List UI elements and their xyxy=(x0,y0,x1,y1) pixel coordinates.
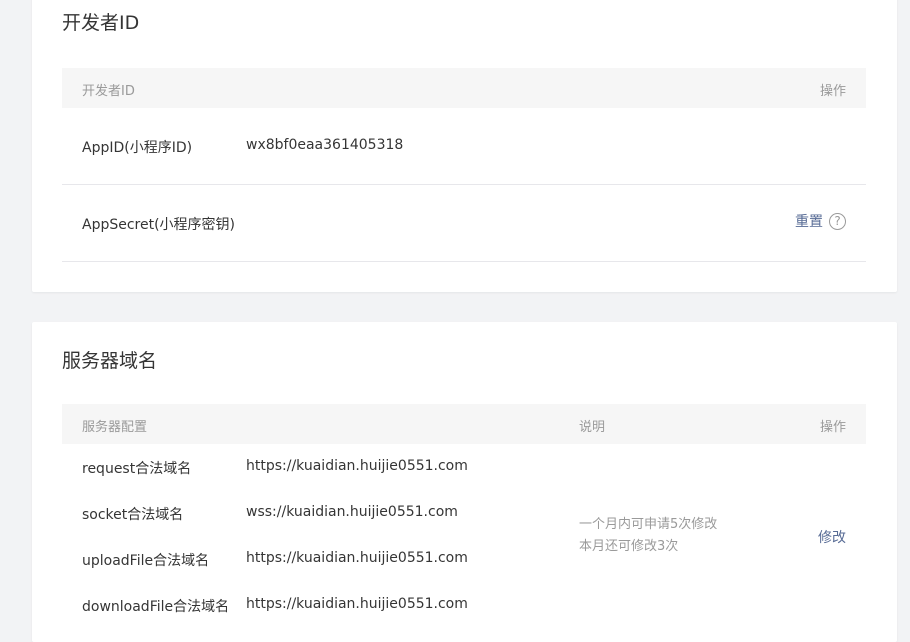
server-domain-table-header: 服务器配置 说明 操作 xyxy=(62,404,866,444)
server-domain-title: 服务器域名 xyxy=(62,350,158,372)
reset-secret-link[interactable]: 重置 xyxy=(795,211,823,231)
domain-row-downloadfile: downloadFile合法域名 https://kuaidian.huijie… xyxy=(62,582,582,628)
appsecret-action: 重置 ? xyxy=(795,211,846,231)
modification-note: 一个月内可申请5次修改 本月还可修改3次 xyxy=(579,514,717,558)
header-action: 操作 xyxy=(819,420,846,435)
note-line-2: 本月还可修改3次 xyxy=(579,539,679,554)
domain-value: https://kuaidian.huijie0551.com xyxy=(246,458,468,474)
header-server-config: 服务器配置 xyxy=(82,420,148,435)
domain-row-request: request合法域名 https://kuaidian.huijie0551.… xyxy=(62,444,582,490)
domain-value: https://kuaidian.huijie0551.com xyxy=(246,550,468,566)
domain-label: socket合法域名 xyxy=(82,507,184,523)
domain-label: request合法域名 xyxy=(82,461,192,477)
domain-label: uploadFile合法域名 xyxy=(82,553,210,569)
developer-id-table-header: 开发者ID 操作 xyxy=(62,68,866,108)
appsecret-row: AppSecret(小程序密钥) 重置 ? xyxy=(62,185,866,262)
domain-value: wss://kuaidian.huijie0551.com xyxy=(246,504,458,520)
developer-id-title: 开发者ID xyxy=(62,12,140,34)
server-domain-card: 服务器域名 服务器配置 说明 操作 request合法域名 https://ku… xyxy=(32,322,897,642)
modify-domain-link[interactable]: 修改 xyxy=(818,527,846,547)
appid-row: AppID(小程序ID) wx8bf0eaa361405318 xyxy=(62,108,866,185)
appsecret-label: AppSecret(小程序密钥) xyxy=(82,217,236,233)
domain-row-uploadfile: uploadFile合法域名 https://kuaidian.huijie05… xyxy=(62,536,582,582)
help-icon[interactable]: ? xyxy=(829,212,846,230)
domain-value: https://kuaidian.huijie0551.com xyxy=(246,596,468,612)
header-developer-id: 开发者ID xyxy=(82,84,135,99)
header-description: 说明 xyxy=(579,420,606,435)
header-action: 操作 xyxy=(819,84,846,99)
domain-row-socket: socket合法域名 wss://kuaidian.huijie0551.com xyxy=(62,490,582,536)
appid-value: wx8bf0eaa361405318 xyxy=(246,137,404,153)
developer-id-card: 开发者ID 开发者ID 操作 AppID(小程序ID) wx8bf0eaa361… xyxy=(32,0,897,292)
note-line-1: 一个月内可申请5次修改 xyxy=(579,517,718,532)
appid-label: AppID(小程序ID) xyxy=(82,140,193,156)
domain-label: downloadFile合法域名 xyxy=(82,599,230,615)
